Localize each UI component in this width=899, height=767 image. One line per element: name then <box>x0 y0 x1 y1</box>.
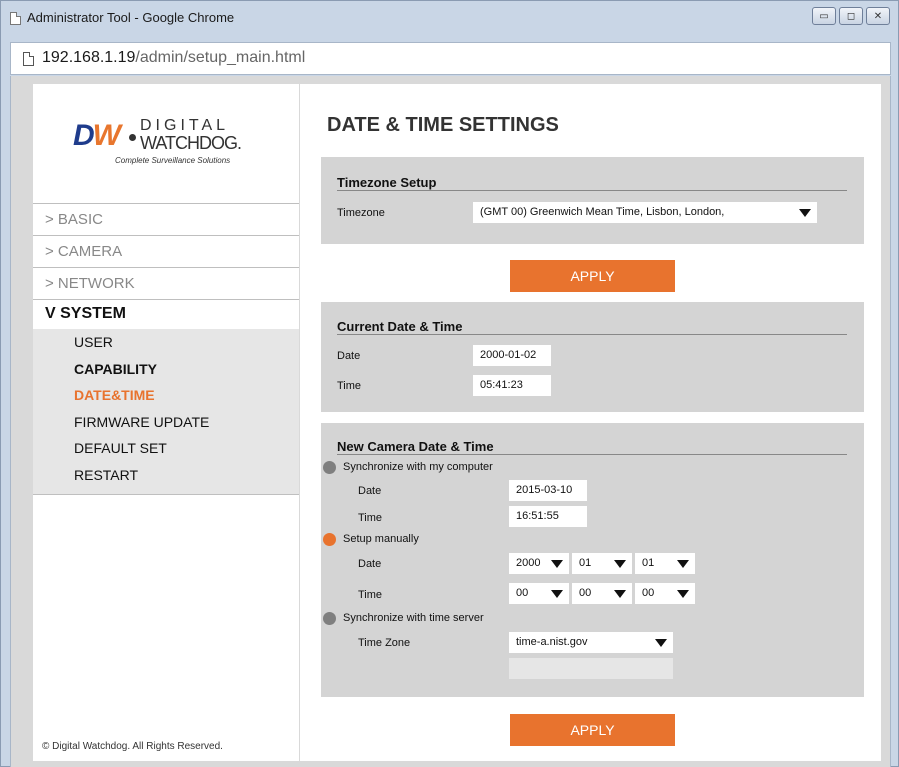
copyright-footer: © Digital Watchdog. All Rights Reserved. <box>42 741 223 752</box>
submenu-item-firmware-update[interactable]: FIRMWARE UPDATE <box>33 409 299 436</box>
timezone-value: (GMT 00) Greenwich Mean Time, Lisbon, Lo… <box>480 206 725 218</box>
sync-computer-label: Synchronize with my computer <box>343 461 493 473</box>
current-datetime-section: Current Date & Time Date 2000-01-02 Time… <box>321 302 864 412</box>
address-path: /admin/setup_main.html <box>135 49 306 66</box>
maximize-button[interactable]: ◻ <box>839 7 863 25</box>
sync-date-field: 2015-03-10 <box>509 480 587 501</box>
sync-server-label: Synchronize with time server <box>343 612 484 624</box>
logo-tagline: Complete Surveillance Solutions <box>115 156 231 165</box>
manual-hour-value: 00 <box>516 587 529 599</box>
close-button[interactable]: ✕ <box>866 7 890 25</box>
chevron-down-icon <box>551 590 563 598</box>
manual-hour-select[interactable]: 00 <box>509 583 569 604</box>
submenu-item-restart[interactable]: RESTART <box>33 462 299 489</box>
logo-mark: DW <box>73 119 121 153</box>
submenu-item-capability[interactable]: CAPABILITY <box>33 356 299 383</box>
sync-time-label: Time <box>358 512 383 524</box>
current-time-field: 05:41:23 <box>473 375 551 396</box>
timezone-section: Timezone Setup Timezone (GMT 00) Greenwi… <box>321 157 864 244</box>
page-icon <box>10 12 21 25</box>
section-title: Timezone Setup <box>337 175 437 190</box>
main-panel: DATE & TIME SETTINGS Timezone Setup Time… <box>300 84 881 761</box>
submenu-item-default-set[interactable]: DEFAULT SET <box>33 435 299 462</box>
chevron-down-icon <box>677 590 689 598</box>
manual-day-value: 01 <box>642 557 655 569</box>
section-divider <box>337 454 847 455</box>
system-submenu: USER CAPABILITY DATE&TIME FIRMWARE UPDAT… <box>33 329 299 495</box>
setup-manually-label: Setup manually <box>343 533 419 545</box>
section-divider <box>337 190 847 191</box>
page-title: DATE & TIME SETTINGS <box>327 114 559 136</box>
window-title: Administrator Tool - Google Chrome <box>27 10 235 25</box>
setup-manually-radio[interactable] <box>323 533 336 546</box>
sync-time-field: 16:51:55 <box>509 506 587 527</box>
manual-second-value: 00 <box>642 587 655 599</box>
address-bar[interactable]: 192.168.1.19/admin/setup_main.html <box>10 42 891 75</box>
section-title: New Camera Date & Time <box>337 439 494 454</box>
digital-watchdog-logo: DW DIGITAL WATCHDOG. Complete Surveillan… <box>73 117 273 177</box>
chevron-down-icon <box>614 590 626 598</box>
manual-minute-value: 00 <box>579 587 592 599</box>
manual-month-value: 01 <box>579 557 592 569</box>
time-server-select[interactable]: time-a.nist.gov <box>509 632 673 653</box>
sidebar-item-camera[interactable]: > CAMERA <box>33 235 299 267</box>
sidebar-item-network[interactable]: > NETWORK <box>33 267 299 299</box>
manual-minute-select[interactable]: 00 <box>572 583 632 604</box>
manual-month-select[interactable]: 01 <box>572 553 632 574</box>
apply-datetime-button[interactable]: APPLY <box>510 714 675 746</box>
sync-computer-radio[interactable] <box>323 461 336 474</box>
logo-line2: WATCHDOG. <box>140 133 242 153</box>
section-divider <box>337 334 847 335</box>
title-bar: Administrator Tool - Google Chrome ▭ ◻ ✕ <box>1 1 898 37</box>
manual-date-label: Date <box>358 558 382 570</box>
chevron-down-icon <box>614 560 626 568</box>
submenu-item-user[interactable]: USER <box>33 329 299 356</box>
sidebar: DW DIGITAL WATCHDOG. Complete Surveillan… <box>33 84 299 761</box>
logo-mark-w: W <box>92 119 121 152</box>
sidebar-item-system[interactable]: V SYSTEM <box>33 299 299 329</box>
chevron-down-icon <box>551 560 563 568</box>
page-viewport: DW DIGITAL WATCHDOG. Complete Surveillan… <box>10 76 891 767</box>
logo-mark-d: D <box>73 119 95 152</box>
custom-server-input[interactable] <box>509 658 673 679</box>
apply-timezone-button[interactable]: APPLY <box>510 260 675 292</box>
chevron-down-icon <box>677 560 689 568</box>
manual-time-label: Time <box>358 589 383 601</box>
current-date-field: 2000-01-02 <box>473 345 551 366</box>
current-time-label: Time <box>337 380 362 392</box>
page-icon <box>23 52 34 66</box>
server-timezone-label: Time Zone <box>358 637 411 649</box>
section-title: Current Date & Time <box>337 319 463 334</box>
manual-day-select[interactable]: 01 <box>635 553 695 574</box>
time-server-value: time-a.nist.gov <box>516 636 588 648</box>
browser-window: Administrator Tool - Google Chrome ▭ ◻ ✕… <box>0 0 899 767</box>
sidebar-nav: > BASIC > CAMERA > NETWORK V SYSTEM USER… <box>33 203 299 495</box>
sync-date-label: Date <box>358 485 382 497</box>
timezone-select[interactable]: (GMT 00) Greenwich Mean Time, Lisbon, Lo… <box>473 202 817 223</box>
window-controls: ▭ ◻ ✕ <box>812 7 890 25</box>
manual-year-select[interactable]: 2000 <box>509 553 569 574</box>
sidebar-item-basic[interactable]: > BASIC <box>33 203 299 235</box>
logo-dot <box>129 134 136 141</box>
chevron-down-icon <box>655 639 667 647</box>
timezone-label: Timezone <box>337 207 385 219</box>
address-url[interactable]: 192.168.1.19/admin/setup_main.html <box>42 49 305 67</box>
current-date-label: Date <box>337 350 361 362</box>
sync-server-radio[interactable] <box>323 612 336 625</box>
chevron-down-icon <box>799 209 811 217</box>
address-host: 192.168.1.19 <box>42 49 136 66</box>
new-datetime-section: New Camera Date & Time Synchronize with … <box>321 423 864 697</box>
submenu-item-datetime[interactable]: DATE&TIME <box>33 382 299 409</box>
manual-year-value: 2000 <box>516 557 541 569</box>
manual-second-select[interactable]: 00 <box>635 583 695 604</box>
minimize-button[interactable]: ▭ <box>812 7 836 25</box>
